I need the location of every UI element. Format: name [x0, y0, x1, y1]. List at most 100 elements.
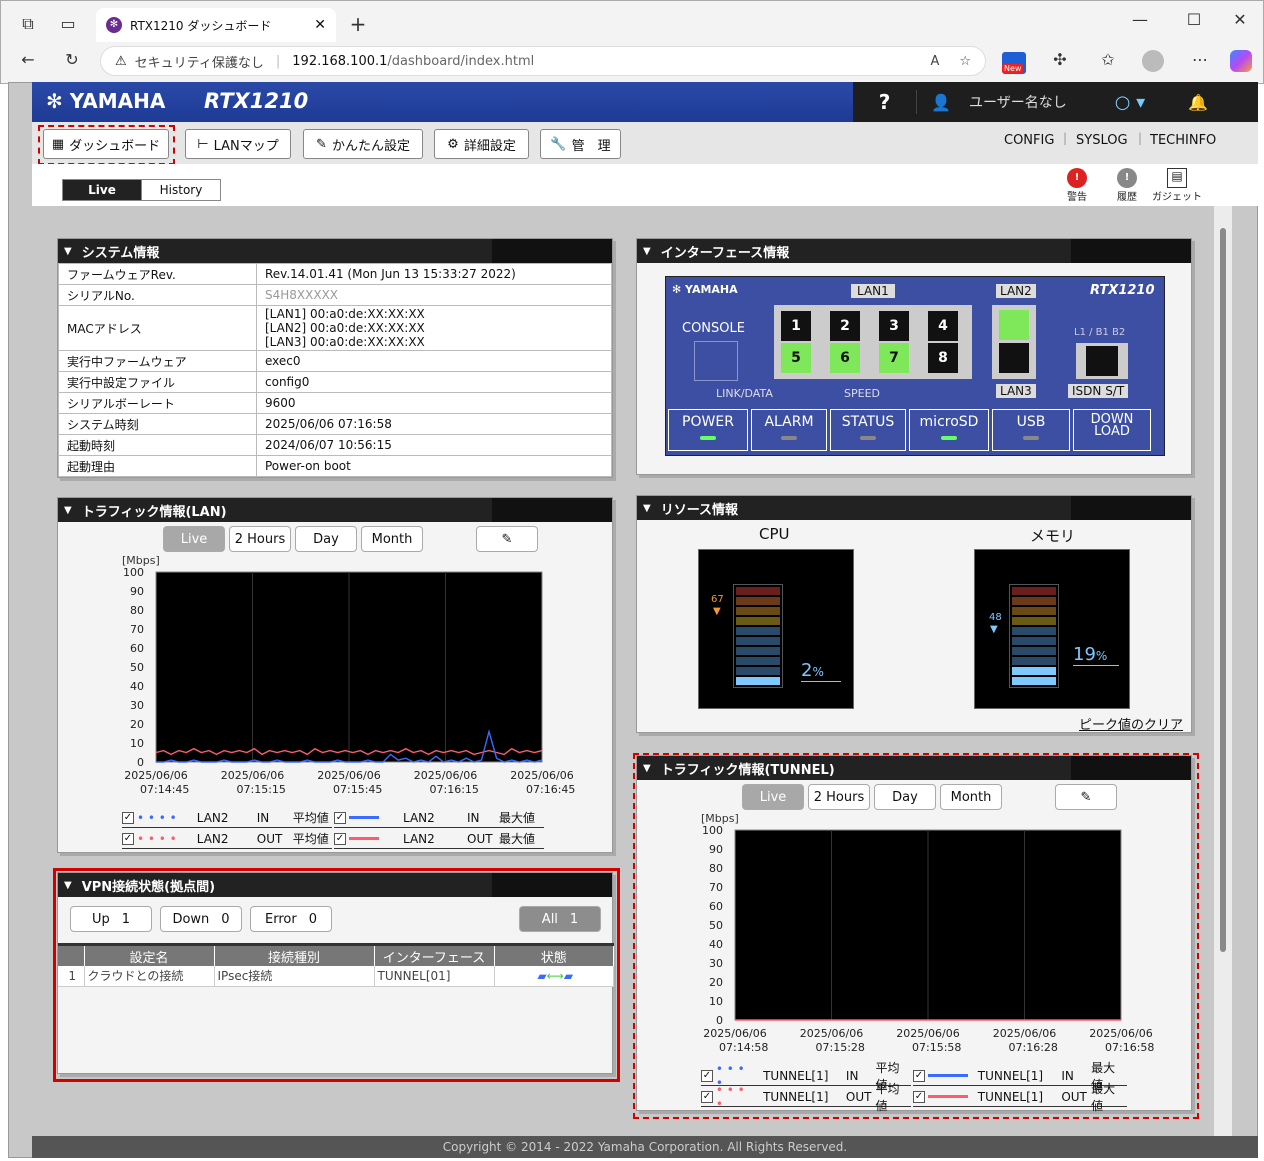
close-tab-icon[interactable]: ✕: [314, 17, 326, 33]
pencil-icon: ✎: [1080, 789, 1092, 805]
vpn-row[interactable]: 1 クラウドとの接続 IPsec接続 TUNNEL[01] ▰⟷▰: [58, 966, 614, 987]
traffic-lan-header[interactable]: ▼ トラフィック情報(LAN): [58, 498, 612, 522]
copilot-icon[interactable]: [1230, 50, 1252, 72]
close-window-icon[interactable]: ✕: [1228, 8, 1252, 32]
traffic-tunnel-panel: ▼ トラフィック情報(TUNNEL) Live 2 Hours Day Month…: [636, 755, 1192, 1113]
x-tick-label: 07:16:58: [1105, 1041, 1154, 1054]
l1-label: L1 / B1 B2: [1074, 327, 1126, 338]
tunnel-edit-button[interactable]: ✎: [1055, 784, 1117, 810]
scrollbar[interactable]: [1214, 206, 1232, 1136]
y-tick-label: 80: [709, 862, 723, 875]
vpn-up-button[interactable]: Up 1: [70, 906, 152, 932]
tab-actions-icon[interactable]: ▭: [56, 12, 80, 36]
x-tick-label: 07:16:45: [526, 783, 575, 796]
live-tab[interactable]: Live: [62, 179, 142, 201]
legend-in-max[interactable]: ✓ LAN2 IN 最大値: [334, 808, 544, 828]
status-leds: POWER ALARM STATUS microSD USB DOWN LOAD: [668, 409, 1162, 451]
more-menu-icon[interactable]: ⋯: [1188, 48, 1212, 72]
read-aloud-icon[interactable]: A: [930, 54, 939, 69]
user-name: ユーザー名なし: [969, 95, 1067, 111]
extensions-icon[interactable]: ✣: [1048, 48, 1072, 72]
techinfo-link[interactable]: TECHINFO: [1150, 133, 1216, 148]
maximize-icon[interactable]: ☐: [1182, 8, 1206, 32]
detail-setup-button[interactable]: ⚙ 詳細設定: [434, 129, 529, 159]
workspaces-icon[interactable]: ⧉: [16, 12, 40, 36]
browser-tab[interactable]: ✻ RTX1210 ダッシュボード ✕: [96, 8, 336, 42]
model-logo: RTX1210: [204, 89, 309, 113]
port-5: 5: [781, 343, 811, 373]
traffic-tunnel-header[interactable]: ▼ トラフィック情報(TUNNEL): [637, 756, 1191, 780]
tunnel-day-button[interactable]: Day: [874, 784, 936, 810]
gadget-tool[interactable]: ▤ ガジェット: [1152, 168, 1202, 203]
vpn-down-button[interactable]: Down 0: [160, 906, 242, 932]
y-tick-label: 70: [130, 623, 144, 636]
lan-month-button[interactable]: Month: [361, 526, 423, 552]
legend-out-max[interactable]: ✓ LAN2 OUT 最大値: [334, 829, 544, 849]
lan-day-button[interactable]: Day: [295, 526, 357, 552]
interface-panel-header[interactable]: ▼ インターフェース情報: [637, 239, 1191, 263]
y-tick-label: 60: [709, 900, 723, 913]
vpn-panel-header[interactable]: ▼ VPN接続状態(拠点間): [58, 873, 612, 897]
bell-icon[interactable]: 🔔: [1188, 93, 1208, 112]
reload-icon[interactable]: ↻: [60, 48, 84, 72]
vpn-error-button[interactable]: Error 0: [250, 906, 332, 932]
dashboard-button[interactable]: ▦ ダッシュボード: [43, 129, 169, 159]
status-ring-icon[interactable]: ○ ▾: [1115, 92, 1145, 113]
system-table: ファームウェアRev. Rev.14.01.41 (Mon Jun 13 15:3…: [58, 263, 612, 477]
favorites-icon[interactable]: ✩: [1096, 48, 1120, 72]
console-label: CONSOLE: [682, 321, 745, 336]
profile-avatar[interactable]: [1142, 50, 1164, 72]
alert-tool[interactable]: ! 警告: [1052, 168, 1102, 203]
x-tick-label: 07:15:28: [816, 1041, 865, 1054]
lan-live-button[interactable]: Live: [163, 526, 225, 552]
address-bar[interactable]: ⚠ セキュリティ保護なし | 192.168.100.1 /dashboard/…: [100, 46, 986, 76]
isdn-label: ISDN S/T: [1068, 384, 1129, 398]
tlegend-out-max[interactable]: ✓ TUNNEL[1] OUT 最大値: [913, 1082, 1127, 1113]
port-7: 7: [879, 343, 909, 373]
resource-panel-header[interactable]: ▼ リソース情報: [637, 496, 1191, 520]
vpn-all-button[interactable]: All 1: [519, 906, 601, 932]
lan-traffic-chart: 01020304050607080901002025/06/0607:14:45…: [123, 566, 575, 796]
isdn-port: [1076, 343, 1128, 379]
mem-meter: 48 ▼ 19%: [974, 549, 1130, 709]
tunnel-2hours-button[interactable]: 2 Hours: [808, 784, 870, 810]
lan-edit-button[interactable]: ✎: [476, 526, 538, 552]
peak-clear-link[interactable]: ピーク値のクリア: [1079, 714, 1183, 733]
mem-label: メモリ: [1030, 527, 1076, 545]
history-tab[interactable]: History: [141, 179, 221, 201]
lan1-label: LAN1: [851, 284, 895, 298]
system-panel-header[interactable]: ▼ システム情報: [58, 239, 612, 263]
y-tick-label: 30: [709, 957, 723, 970]
minimize-icon[interactable]: —: [1128, 8, 1152, 32]
status-power: POWER: [668, 409, 748, 451]
status-download: DOWN LOAD: [1073, 409, 1151, 451]
new-badge: New: [1002, 64, 1024, 73]
new-tab-icon[interactable]: +: [346, 12, 370, 36]
tlegend-out-avg[interactable]: ✓ • • • • TUNNEL[1] OUT 平均値: [701, 1082, 911, 1113]
url-path: /dashboard/index.html: [387, 53, 535, 69]
y-tick-label: 0: [137, 756, 144, 769]
tunnel-month-button[interactable]: Month: [940, 784, 1002, 810]
x-tick-label: 07:15:58: [912, 1041, 961, 1054]
lan-2hours-button[interactable]: 2 Hours: [229, 526, 291, 552]
device-brand: ✻ YAMAHA: [672, 283, 738, 296]
history-tool[interactable]: ! 履歴: [1102, 168, 1152, 203]
back-icon[interactable]: ←: [16, 48, 40, 72]
syslog-link[interactable]: SYSLOG: [1076, 133, 1128, 148]
y-tick-label: 70: [709, 881, 723, 894]
legend-in-avg[interactable]: ✓ • • • • LAN2 IN 平均値: [122, 808, 332, 828]
help-button[interactable]: ?: [853, 90, 917, 114]
device-model: RTX1210: [1090, 283, 1155, 298]
y-tick-label: 50: [709, 919, 723, 932]
resource-panel: ▼ リソース情報 CPU メモリ 67 ▼ 2% 48 ▼ 19% ピーク値のクリ…: [636, 495, 1192, 733]
legend-out-avg[interactable]: ✓ • • • • LAN2 OUT 平均値: [122, 829, 332, 849]
config-link[interactable]: CONFIG: [1004, 133, 1054, 148]
cpu-bars: [733, 584, 783, 688]
favorite-icon[interactable]: ☆: [959, 54, 971, 69]
tunnel-live-button[interactable]: Live: [742, 784, 804, 810]
y-tick-label: 20: [130, 718, 144, 731]
lanmap-button[interactable]: ⊢ LANマップ: [185, 129, 291, 159]
easy-setup-button[interactable]: ✎ かんたん設定: [303, 129, 423, 159]
manage-button[interactable]: 🔧 管 理: [540, 129, 621, 159]
status-alarm: ALARM: [751, 409, 827, 451]
